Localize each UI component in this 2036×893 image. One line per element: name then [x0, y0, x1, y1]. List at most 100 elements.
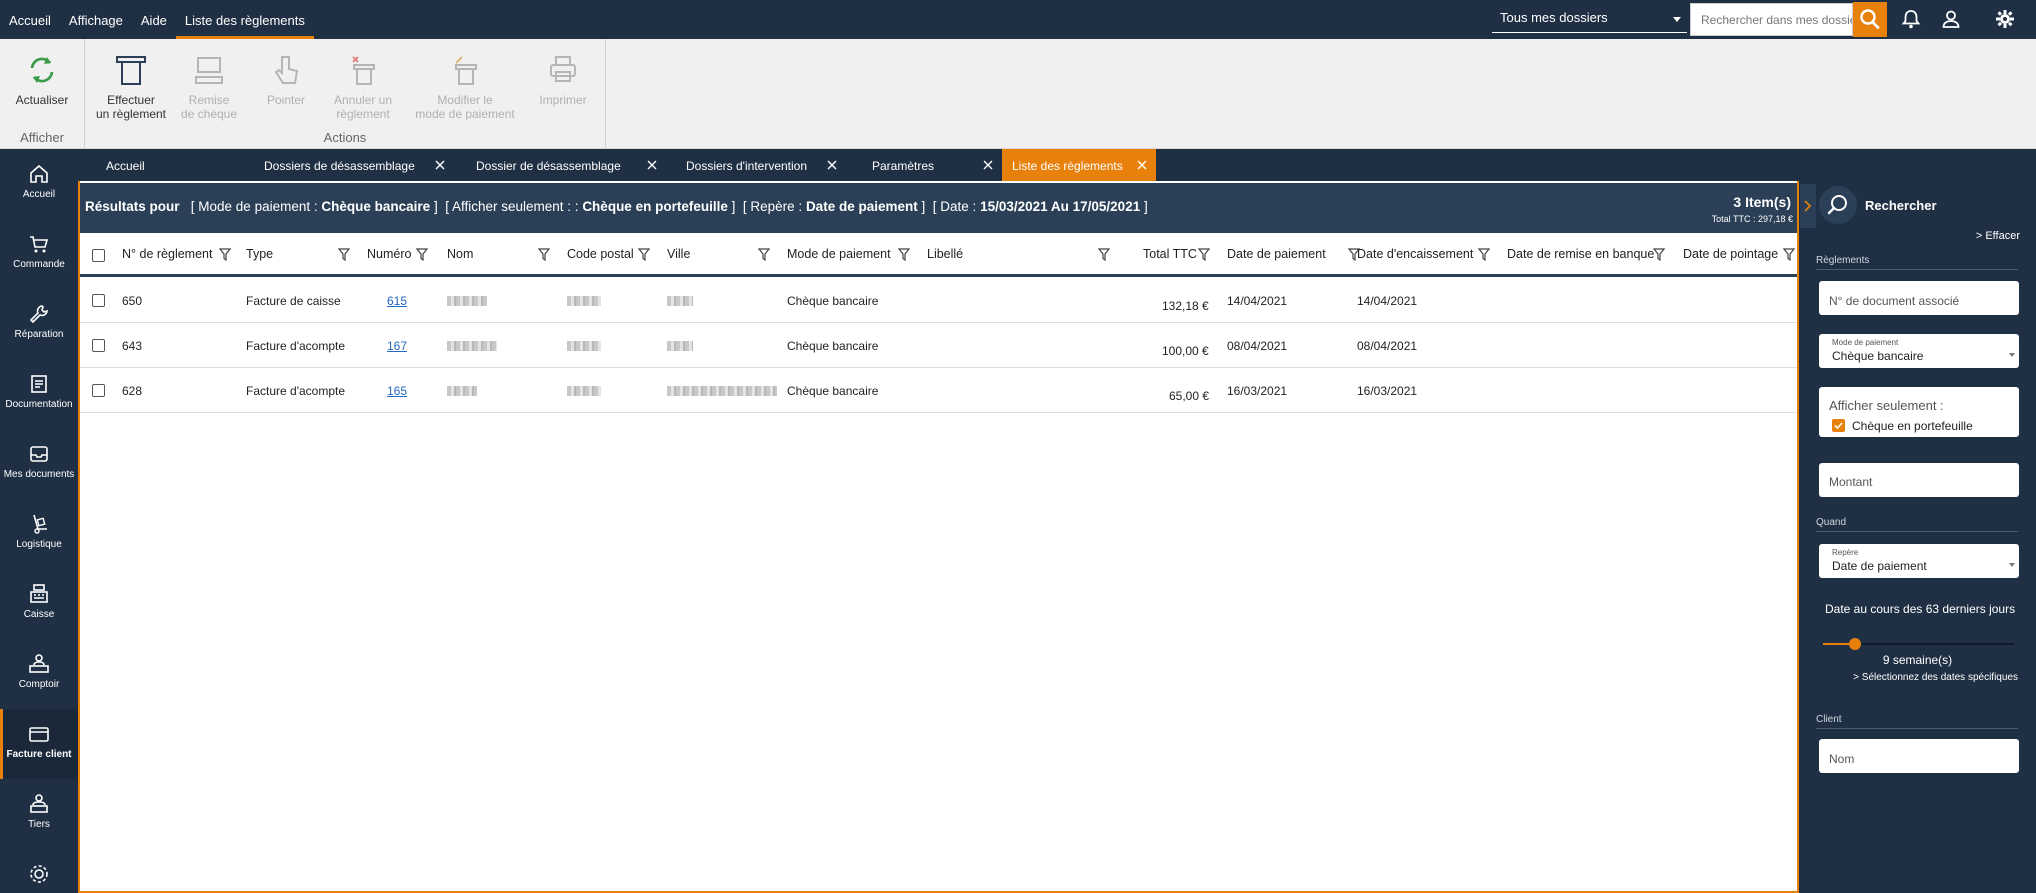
- column-header[interactable]: Date d'encaissement: [1357, 247, 1473, 261]
- filter-icon[interactable]: [416, 248, 428, 261]
- remise-cheque-button[interactable]: Remise de chèque: [173, 53, 245, 121]
- close-icon[interactable]: [434, 159, 446, 171]
- column-header[interactable]: Date de paiement: [1227, 247, 1326, 261]
- montant-input[interactable]: Montant: [1819, 463, 2019, 497]
- annuler-reglement-button[interactable]: Annuler un règlement: [327, 53, 399, 121]
- global-search-input[interactable]: Rechercher dans mes dossiers: [1690, 3, 1853, 36]
- repere-select[interactable]: Repère Date de paiement: [1819, 544, 2019, 578]
- row-checkbox[interactable]: [92, 339, 105, 352]
- column-header[interactable]: Total TTC: [1143, 247, 1197, 261]
- column-header[interactable]: Code postal: [567, 247, 634, 261]
- filter-icon[interactable]: [1783, 248, 1795, 261]
- nav-logistique[interactable]: Logistique: [0, 499, 78, 569]
- column-header[interactable]: Date de remise en banque: [1507, 247, 1654, 261]
- menu-accueil[interactable]: Accueil: [0, 0, 60, 39]
- nav-reparation[interactable]: Réparation: [0, 289, 78, 359]
- tab-dossiers-desassemblage[interactable]: Dossiers de désassemblage: [254, 149, 454, 181]
- cell-date-paiement: 14/04/2021: [1227, 294, 1288, 308]
- search-panel-title: Rechercher: [1865, 198, 1937, 213]
- column-header[interactable]: Ville: [667, 247, 690, 261]
- criteria-mode-close: ]: [433, 199, 438, 214]
- menu-liste-reglements[interactable]: Liste des règlements: [175, 0, 314, 39]
- button-label-line1: Effectuer: [107, 93, 155, 107]
- refresh-button[interactable]: Actualiser: [6, 53, 78, 107]
- nav-accueil[interactable]: Accueil: [0, 149, 78, 219]
- payment-mode-select[interactable]: Mode de paiement Chèque bancaire: [1819, 334, 2019, 368]
- filter-icon[interactable]: [1198, 248, 1210, 261]
- redacted-ville: [667, 341, 693, 351]
- global-search-button[interactable]: [1853, 2, 1887, 37]
- filter-icon[interactable]: [338, 248, 350, 261]
- top-menu-bar: Accueil Affichage Aide Liste des règleme…: [0, 0, 2036, 39]
- column-header[interactable]: Numéro: [367, 247, 411, 261]
- gear-icon[interactable]: [1994, 8, 2016, 30]
- filter-icon[interactable]: [1478, 248, 1490, 261]
- nav-commande[interactable]: Commande: [0, 219, 78, 289]
- nav-facture-client[interactable]: Facture client: [0, 709, 78, 779]
- tab-dossier-desassemblage[interactable]: Dossier de désassemblage: [466, 149, 666, 181]
- effectuer-reglement-button[interactable]: Effectuer un règlement: [89, 53, 173, 121]
- specific-dates-link[interactable]: > Sélectionnez des dates spécifiques: [1853, 672, 2018, 683]
- column-header[interactable]: Libellé: [927, 247, 963, 261]
- close-icon[interactable]: [646, 159, 658, 171]
- cell-date-encaissement: 14/04/2021: [1357, 294, 1418, 308]
- column-header[interactable]: Mode de paiement: [787, 247, 891, 261]
- bell-icon[interactable]: [1900, 8, 1922, 30]
- wrench-icon: [29, 305, 48, 324]
- modifier-mode-paiement-button[interactable]: Modifier le mode de paiement: [411, 53, 519, 121]
- redacted-nom: [447, 341, 497, 351]
- close-icon[interactable]: [982, 159, 994, 171]
- tab-accueil[interactable]: Accueil: [96, 149, 236, 181]
- tab-label: Liste des règlements: [1012, 159, 1123, 173]
- collapse-panel-button[interactable]: [1800, 184, 1816, 228]
- cell-numero-link[interactable]: 167: [387, 339, 407, 353]
- filter-icon[interactable]: [538, 248, 550, 261]
- filter-icon[interactable]: [219, 248, 231, 261]
- table-row[interactable]: 643 Facture d'acompte 167 Chèque bancair…: [80, 323, 1797, 368]
- nav-mes-documents[interactable]: Mes documents: [0, 429, 78, 499]
- row-checkbox[interactable]: [92, 384, 105, 397]
- tab-liste-reglements[interactable]: Liste des règlements: [1002, 149, 1156, 181]
- menu-aide[interactable]: Aide: [132, 0, 176, 39]
- criteria-date-value: 15/03/2021 Au 17/05/2021: [980, 199, 1141, 214]
- column-header[interactable]: Date de pointage: [1683, 247, 1778, 261]
- user-icon[interactable]: [1940, 8, 1962, 30]
- document-number-input[interactable]: N° de document associé: [1819, 281, 2019, 315]
- client-name-input[interactable]: Nom: [1819, 739, 2019, 773]
- table-row[interactable]: 628 Facture d'acompte 165 Chèque bancair…: [80, 368, 1797, 413]
- column-header[interactable]: N° de règlement: [122, 247, 212, 261]
- row-checkbox[interactable]: [92, 294, 105, 307]
- imprimer-button[interactable]: Imprimer: [529, 53, 597, 107]
- filter-icon[interactable]: [638, 248, 650, 261]
- filter-icon[interactable]: [898, 248, 910, 261]
- nav-tiers[interactable]: Tiers: [0, 779, 78, 849]
- left-navigation: Accueil Commande Réparation Documentatio…: [0, 149, 78, 893]
- filter-icon[interactable]: [758, 248, 770, 261]
- select-all-checkbox[interactable]: [92, 249, 105, 262]
- pointer-button[interactable]: Pointer: [255, 53, 317, 107]
- nav-caisse[interactable]: Caisse: [0, 569, 78, 639]
- close-icon[interactable]: [1136, 159, 1148, 171]
- column-header[interactable]: Nom: [447, 247, 473, 261]
- filter-icon[interactable]: [1098, 248, 1110, 261]
- tab-dossiers-intervention[interactable]: Dossiers d'intervention: [676, 149, 846, 181]
- menu-affichage[interactable]: Affichage: [60, 0, 132, 39]
- close-icon[interactable]: [826, 159, 838, 171]
- nav-settings[interactable]: [0, 849, 78, 893]
- cell-numero-link[interactable]: 615: [387, 294, 407, 308]
- table-row[interactable]: 650 Facture de caisse 615 Chèque bancair…: [80, 278, 1797, 323]
- date-slider-handle[interactable]: [1849, 638, 1862, 650]
- nav-documentation[interactable]: Documentation: [0, 359, 78, 429]
- cell-numero-link[interactable]: 165: [387, 384, 407, 398]
- criteria-summary: Résultats pour [ Mode de paiement : Chèq…: [85, 199, 1148, 214]
- tab-parametres[interactable]: Paramètres: [862, 149, 1002, 181]
- redacted-code-postal: [567, 341, 601, 351]
- column-header[interactable]: Type: [246, 247, 273, 261]
- filter-icon[interactable]: [1653, 248, 1665, 261]
- clear-filters-link[interactable]: > Effacer: [1976, 230, 2020, 242]
- portefeuille-checkbox[interactable]: [1832, 419, 1845, 432]
- section-client: Client: [1816, 714, 2018, 729]
- cell-total: 65,00 €: [1169, 389, 1210, 403]
- nav-comptoir[interactable]: Comptoir: [0, 639, 78, 709]
- folder-select[interactable]: Tous mes dossiers: [1492, 6, 1687, 33]
